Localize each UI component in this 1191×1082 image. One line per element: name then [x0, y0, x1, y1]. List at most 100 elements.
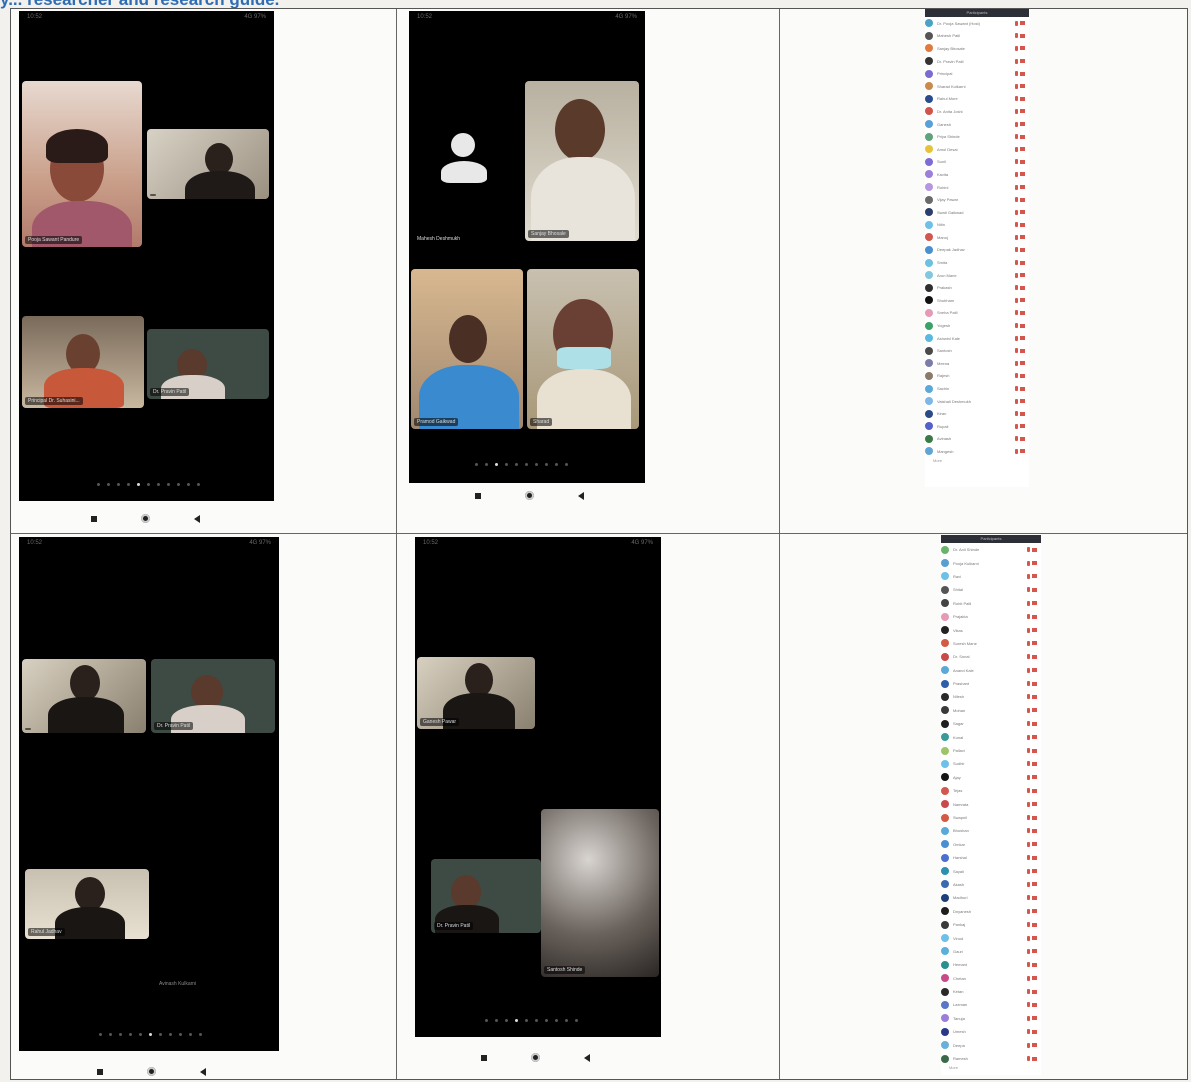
video-off-icon[interactable] — [1032, 761, 1037, 766]
participant-row[interactable]: Umesh — [941, 1025, 1041, 1038]
video-off-icon[interactable] — [1020, 373, 1025, 378]
participant-row[interactable]: Vaishali Deshmukh — [925, 395, 1029, 408]
mic-muted-icon[interactable] — [1027, 654, 1030, 660]
mic-muted-icon[interactable] — [1027, 1056, 1030, 1062]
mic-muted-icon[interactable] — [1015, 45, 1018, 51]
participant-row[interactable]: Swati Gaikwad — [925, 206, 1029, 219]
video-off-icon[interactable] — [1020, 411, 1025, 416]
mic-muted-icon[interactable] — [1027, 868, 1030, 874]
participant-row[interactable]: Rajesh — [925, 370, 1029, 383]
participant-row[interactable]: Bhushan — [941, 824, 1041, 837]
video-off-icon[interactable] — [1032, 654, 1037, 659]
participant-row[interactable]: Sneha Patil — [925, 307, 1029, 320]
mic-muted-icon[interactable] — [1027, 828, 1030, 834]
video-off-icon[interactable] — [1020, 336, 1025, 341]
mic-muted-icon[interactable] — [1027, 640, 1030, 646]
video-off-icon[interactable] — [1020, 46, 1025, 51]
participant-row[interactable]: Deepa — [941, 1038, 1041, 1051]
mic-muted-icon[interactable] — [1015, 297, 1018, 303]
mic-muted-icon[interactable] — [1015, 83, 1018, 89]
video-off-icon[interactable] — [1020, 310, 1025, 315]
video-tile[interactable]: Mahesh Deshmukh — [411, 91, 521, 246]
video-off-icon[interactable] — [1032, 895, 1037, 900]
participant-row[interactable]: Sanjay Bhosale — [925, 42, 1029, 55]
mic-muted-icon[interactable] — [1027, 855, 1030, 861]
video-off-icon[interactable] — [1032, 735, 1037, 740]
video-tile[interactable]: Rahul Jadhav — [25, 869, 149, 939]
mic-muted-icon[interactable] — [1015, 197, 1018, 203]
participant-row[interactable]: Namrata — [941, 797, 1041, 810]
mic-muted-icon[interactable] — [1015, 360, 1018, 366]
participant-row[interactable]: Nilesh — [941, 690, 1041, 703]
mic-muted-icon[interactable] — [1015, 260, 1018, 266]
mic-muted-icon[interactable] — [1015, 134, 1018, 140]
mic-muted-icon[interactable] — [1015, 398, 1018, 404]
video-tile[interactable]: Ganesh Pawar — [417, 657, 535, 729]
mic-muted-icon[interactable] — [1027, 587, 1030, 593]
participant-row[interactable]: Rupali — [925, 420, 1029, 433]
participant-row[interactable]: Hemant — [941, 958, 1041, 971]
page-indicator[interactable] — [97, 483, 200, 486]
mic-muted-icon[interactable] — [1027, 614, 1030, 620]
participant-row[interactable]: Chetan — [941, 972, 1041, 985]
mic-muted-icon[interactable] — [1027, 815, 1030, 820]
video-off-icon[interactable] — [1020, 21, 1025, 26]
video-off-icon[interactable] — [1020, 235, 1025, 240]
mic-muted-icon[interactable] — [1027, 922, 1030, 928]
participant-row[interactable]: Avinash — [925, 433, 1029, 446]
mic-muted-icon[interactable] — [1015, 159, 1018, 165]
participant-row[interactable]: Ravi — [941, 570, 1041, 583]
participant-row[interactable]: Shital — [941, 583, 1041, 596]
mic-muted-icon[interactable] — [1027, 681, 1030, 687]
video-off-icon[interactable] — [1032, 828, 1037, 833]
mic-muted-icon[interactable] — [1027, 547, 1030, 553]
mic-muted-icon[interactable] — [1027, 1042, 1030, 1048]
video-off-icon[interactable] — [1032, 601, 1037, 606]
video-off-icon[interactable] — [1020, 159, 1025, 164]
page-indicator[interactable] — [99, 1033, 202, 1036]
home-icon[interactable] — [525, 491, 534, 500]
video-off-icon[interactable] — [1020, 71, 1025, 76]
participant-row[interactable]: Sagar — [941, 717, 1041, 730]
video-off-icon[interactable] — [1020, 172, 1025, 177]
mic-muted-icon[interactable] — [1027, 962, 1030, 968]
participant-row[interactable]: Anand Kale — [941, 664, 1041, 677]
mic-muted-icon[interactable] — [1027, 801, 1030, 807]
mic-muted-icon[interactable] — [1015, 247, 1018, 253]
participant-row[interactable]: Manoj — [925, 231, 1029, 244]
participant-row[interactable]: Amol Desai — [925, 143, 1029, 156]
participant-row[interactable]: Dnyanesh — [941, 905, 1041, 918]
mic-muted-icon[interactable] — [1015, 184, 1018, 190]
mic-muted-icon[interactable] — [1027, 774, 1030, 780]
participant-row[interactable]: Pankaj — [941, 918, 1041, 931]
participant-row[interactable]: Ganesh — [925, 118, 1029, 131]
participant-row[interactable]: Principal — [925, 67, 1029, 80]
participant-row[interactable]: Mohan — [941, 704, 1041, 717]
participant-row[interactable]: Kiran — [925, 407, 1029, 420]
participant-row[interactable]: Rahul More — [925, 93, 1029, 106]
mic-muted-icon[interactable] — [1015, 58, 1018, 64]
mic-muted-icon[interactable] — [1015, 373, 1018, 379]
video-off-icon[interactable] — [1020, 33, 1025, 38]
back-icon[interactable] — [200, 1067, 206, 1076]
home-icon[interactable] — [531, 1053, 540, 1062]
video-off-icon[interactable] — [1032, 775, 1037, 780]
video-off-icon[interactable] — [1032, 561, 1037, 566]
video-off-icon[interactable] — [1020, 323, 1025, 328]
video-tile[interactable]: Dr. Pravin Patil — [147, 329, 269, 399]
video-off-icon[interactable] — [1032, 788, 1037, 793]
video-off-icon[interactable] — [1032, 587, 1037, 592]
recents-icon[interactable] — [475, 492, 481, 499]
mic-muted-icon[interactable] — [1027, 573, 1030, 579]
participant-row[interactable]: Sachin — [925, 382, 1029, 395]
video-off-icon[interactable] — [1020, 348, 1025, 353]
mic-muted-icon[interactable] — [1015, 335, 1018, 341]
participant-row[interactable]: Tejas — [941, 784, 1041, 797]
video-off-icon[interactable] — [1020, 134, 1025, 139]
mic-muted-icon[interactable] — [1015, 222, 1018, 228]
video-off-icon[interactable] — [1020, 147, 1025, 152]
video-off-icon[interactable] — [1020, 122, 1025, 127]
participant-row[interactable]: Vijay Pawar — [925, 193, 1029, 206]
video-off-icon[interactable] — [1032, 815, 1037, 820]
mic-muted-icon[interactable] — [1027, 788, 1030, 794]
